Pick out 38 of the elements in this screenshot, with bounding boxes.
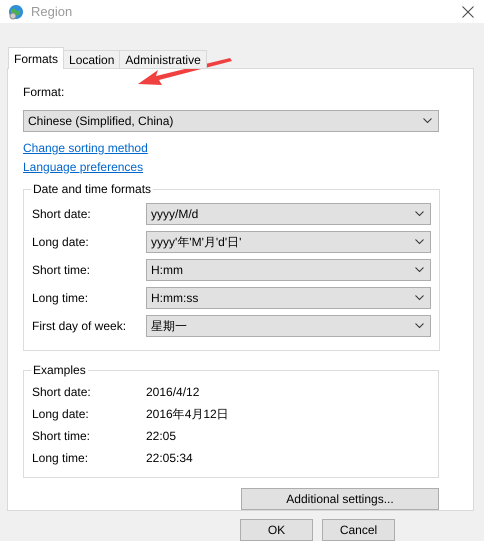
example-value: 2016年4月12日 <box>146 406 229 422</box>
format-label: Format: <box>23 85 66 99</box>
close-icon[interactable] <box>462 6 474 18</box>
example-label: Long date: <box>32 407 90 421</box>
example-label: Short time: <box>32 429 92 443</box>
format-dropdown[interactable]: Chinese (Simplified, China) <box>23 110 439 132</box>
format-dropdown[interactable]: yyyy'年'M'月'd'日' <box>146 231 431 253</box>
link[interactable]: Language preferences <box>23 160 144 174</box>
chevron-icon <box>415 211 424 217</box>
chevron-icon <box>423 118 432 124</box>
group-title: Date and time formats <box>32 182 152 196</box>
additional-settings-button[interactable]: Additional settings... <box>241 488 439 510</box>
example-value: 2016/4/12 <box>146 385 200 399</box>
chevron-icon <box>415 267 424 273</box>
example-value: 22:05:34 <box>146 451 193 465</box>
chevron-icon <box>415 323 424 329</box>
link[interactable]: Change sorting method <box>23 140 148 154</box>
field-label: Short date: <box>32 207 92 221</box>
chevron-icon <box>415 295 424 301</box>
example-label: Long time: <box>32 451 90 465</box>
field-label: Long date: <box>32 235 90 249</box>
dialog-button[interactable]: OK <box>240 519 313 541</box>
field-label: Short time: <box>32 263 92 277</box>
field-label: First day of week: <box>32 319 128 333</box>
tab[interactable]: Administrative <box>119 50 207 69</box>
globe-icon <box>8 4 24 20</box>
tab[interactable]: Formats <box>8 47 64 69</box>
field-label: Long time: <box>32 291 90 305</box>
group-title: Examples <box>32 363 87 377</box>
chevron-icon <box>415 239 424 245</box>
dialog-button[interactable]: Cancel <box>322 519 395 541</box>
example-label: Short date: <box>32 385 92 399</box>
format-dropdown[interactable]: yyyy/M/d <box>146 203 431 225</box>
window-title: Region <box>31 4 74 20</box>
format-dropdown[interactable]: 星期一 <box>146 315 431 337</box>
format-dropdown[interactable]: H:mm:ss <box>146 287 431 309</box>
format-dropdown[interactable]: H:mm <box>146 259 431 281</box>
example-value: 22:05 <box>146 429 176 443</box>
